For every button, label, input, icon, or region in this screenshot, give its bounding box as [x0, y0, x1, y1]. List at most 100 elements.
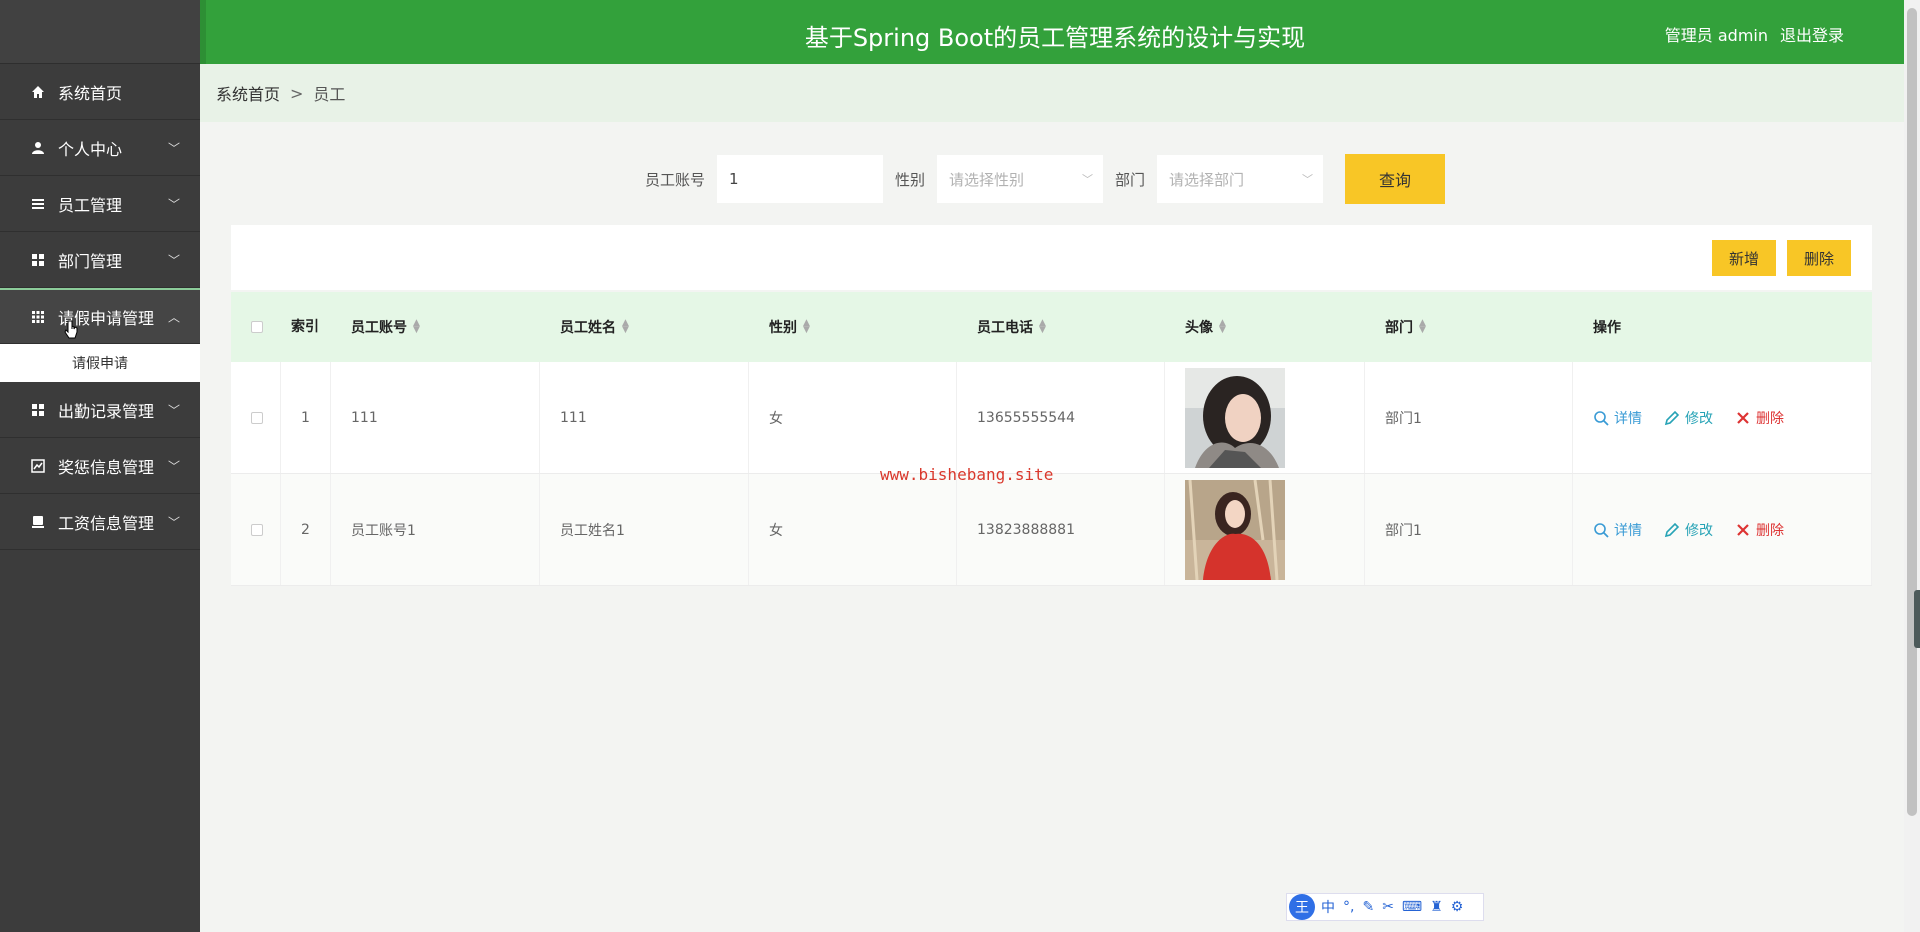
edit-button[interactable]: 修改 [1664, 408, 1713, 428]
ime-logo[interactable]: 王 [1289, 894, 1315, 920]
punctuation-icon[interactable]: °, [1343, 899, 1354, 915]
cell-avatar [1165, 362, 1365, 473]
detail-label: 详情 [1614, 410, 1642, 427]
sidebar-item-label: 出勤记录管理 [58, 401, 155, 421]
sidebar: 系统首页 个人中心 ﹀ 员工管理 ﹀ 部门管理 ﹀ 请假申请管理 ︿ 请假申请 [0, 0, 200, 932]
scissors-icon[interactable]: ✂ [1382, 899, 1394, 915]
account-input-value: 1 [729, 170, 739, 188]
col-avatar[interactable]: 头像 ▲ ▼ [1165, 292, 1365, 362]
cell-ops: 详情 修改 删除 [1573, 362, 1872, 473]
search-icon [1594, 522, 1609, 538]
bulk-delete-button[interactable]: 删除 [1787, 240, 1851, 276]
chevron-down-icon: ﹀ [167, 459, 180, 473]
page-scrollbar[interactable] [1904, 0, 1920, 932]
col-name[interactable]: 员工姓名 ▲ ▼ [540, 292, 749, 362]
sidebar-item-departments[interactable]: 部门管理 ﹀ [0, 232, 200, 288]
sort-icon[interactable]: ▲ ▼ [413, 319, 420, 335]
logout-link[interactable]: 退出登录 [1780, 22, 1844, 46]
top-header: 基于Spring Boot的员工管理系统的设计与实现 管理员 admin 退出登… [200, 0, 1904, 64]
sidebar-item-salary[interactable]: 工资信息管理 ﹀ [0, 494, 200, 550]
chevron-down-icon: ﹀ [167, 515, 180, 529]
query-button[interactable]: 查询 [1345, 154, 1446, 204]
keyboard-icon[interactable]: ⌨ [1402, 899, 1422, 915]
submenu-item-leave-request[interactable]: 请假申请 [0, 344, 200, 382]
edit-button[interactable]: 修改 [1664, 520, 1713, 540]
sidebar-item-label: 奖惩信息管理 [58, 457, 155, 477]
cell-name: 111 [540, 362, 749, 473]
cell-account: 111 [331, 362, 540, 473]
row-checkbox[interactable] [231, 362, 281, 473]
delete-button[interactable]: 删除 [1735, 408, 1784, 428]
dept-select-placeholder: 请选择部门 [1169, 170, 1245, 189]
gender-select[interactable]: 请选择性别 ﹀ [937, 155, 1104, 203]
grid-icon [30, 402, 46, 418]
col-phone[interactable]: 员工电话 ▲ ▼ [957, 292, 1165, 362]
gear-icon[interactable]: ⚙ [1451, 899, 1464, 915]
sidebar-item-profile[interactable]: 个人中心 ﹀ [0, 120, 200, 176]
dept-label: 部门 [1115, 170, 1146, 189]
sidebar-item-label: 员工管理 [58, 195, 123, 215]
sort-icon[interactable]: ▲ ▼ [1039, 319, 1046, 335]
apps-icon [30, 309, 46, 325]
sidebar-item-leave[interactable]: 请假申请管理 ︿ [0, 288, 200, 344]
sidebar-item-rewards[interactable]: 奖惩信息管理 ﹀ [0, 438, 200, 494]
sidebar-item-home[interactable]: 系统首页 [0, 64, 200, 120]
col-gender-label: 性别 [769, 320, 797, 336]
table-row: 2 员工账号1 员工姓名1 女 13823888881 部门1 详情 修改 删除 [231, 474, 1872, 586]
sort-icon[interactable]: ▲ ▼ [1219, 319, 1226, 335]
breadcrumb: 系统首页 > 员工 [200, 64, 1904, 122]
sort-icon[interactable]: ▲ ▼ [1419, 319, 1426, 335]
sidebar-item-label: 部门管理 [58, 251, 123, 271]
card-icon [30, 514, 46, 530]
chevron-down-icon: ﹀ [167, 403, 180, 417]
detail-button[interactable]: 详情 [1593, 520, 1642, 540]
account-input[interactable]: 1 [717, 155, 884, 203]
detail-button[interactable]: 详情 [1593, 408, 1642, 428]
select-all-checkbox[interactable] [231, 292, 281, 362]
skin-icon[interactable]: ♜ [1430, 899, 1443, 915]
chevron-down-icon: ﹀ [167, 197, 180, 211]
cell-gender: 女 [749, 362, 957, 473]
watermark: www.bishebang.site [880, 465, 1054, 484]
user-icon [30, 140, 46, 156]
edit-label: 修改 [1685, 410, 1713, 427]
sort-icon[interactable]: ▲ ▼ [622, 319, 629, 335]
ime-toolbar: 王 中 °, ✎ ✂ ⌨ ♜ ⚙ [1286, 893, 1484, 921]
ime-mode-toggle[interactable]: 中 [1321, 897, 1335, 917]
cell-ops: 详情 修改 删除 [1573, 474, 1872, 585]
mouse-cursor-icon [64, 320, 78, 339]
delete-label: 删除 [1756, 522, 1784, 539]
col-account[interactable]: 员工账号 ▲ ▼ [331, 292, 540, 362]
edit-icon [1664, 522, 1680, 537]
col-account-label: 员工账号 [351, 320, 407, 336]
col-dept[interactable]: 部门 ▲ ▼ [1365, 292, 1573, 362]
sidebar-item-attendance[interactable]: 出勤记录管理 ﹀ [0, 382, 200, 438]
col-index: 索引 [291, 319, 319, 335]
breadcrumb-home[interactable]: 系统首页 [216, 81, 280, 105]
side-panel-handle[interactable] [1914, 590, 1920, 648]
table-row: 1 111 111 女 13655555544 部门1 详情 修改 删除 [231, 362, 1872, 474]
delete-button[interactable]: 删除 [1735, 520, 1784, 540]
pen-icon[interactable]: ✎ [1362, 899, 1374, 915]
breadcrumb-current: 员工 [313, 85, 346, 104]
gender-label: 性别 [895, 170, 926, 189]
sidebar-item-label: 个人中心 [58, 139, 123, 159]
cell-dept: 部门1 [1365, 362, 1573, 473]
cell-index: 1 [281, 362, 331, 473]
col-gender[interactable]: 性别 ▲ ▼ [749, 292, 957, 362]
row-checkbox[interactable] [231, 474, 281, 585]
add-button[interactable]: 新增 [1712, 240, 1776, 276]
sort-icon[interactable]: ▲ ▼ [803, 319, 810, 335]
scrollbar-thumb[interactable] [1907, 8, 1917, 816]
cell-dept: 部门1 [1365, 474, 1573, 585]
avatar [1185, 479, 1285, 580]
sidebar-item-employees[interactable]: 员工管理 ﹀ [0, 176, 200, 232]
edit-icon [1664, 410, 1680, 425]
sidebar-item-label: 系统首页 [58, 83, 123, 103]
table-action-bar: 新增 删除 [231, 225, 1872, 290]
dept-select[interactable]: 请选择部门 ﹀ [1157, 155, 1324, 203]
col-ops: 操作 [1593, 320, 1621, 336]
chevron-down-icon: ﹀ [167, 253, 180, 267]
gender-select-placeholder: 请选择性别 [949, 170, 1025, 189]
grid-icon [30, 252, 46, 268]
